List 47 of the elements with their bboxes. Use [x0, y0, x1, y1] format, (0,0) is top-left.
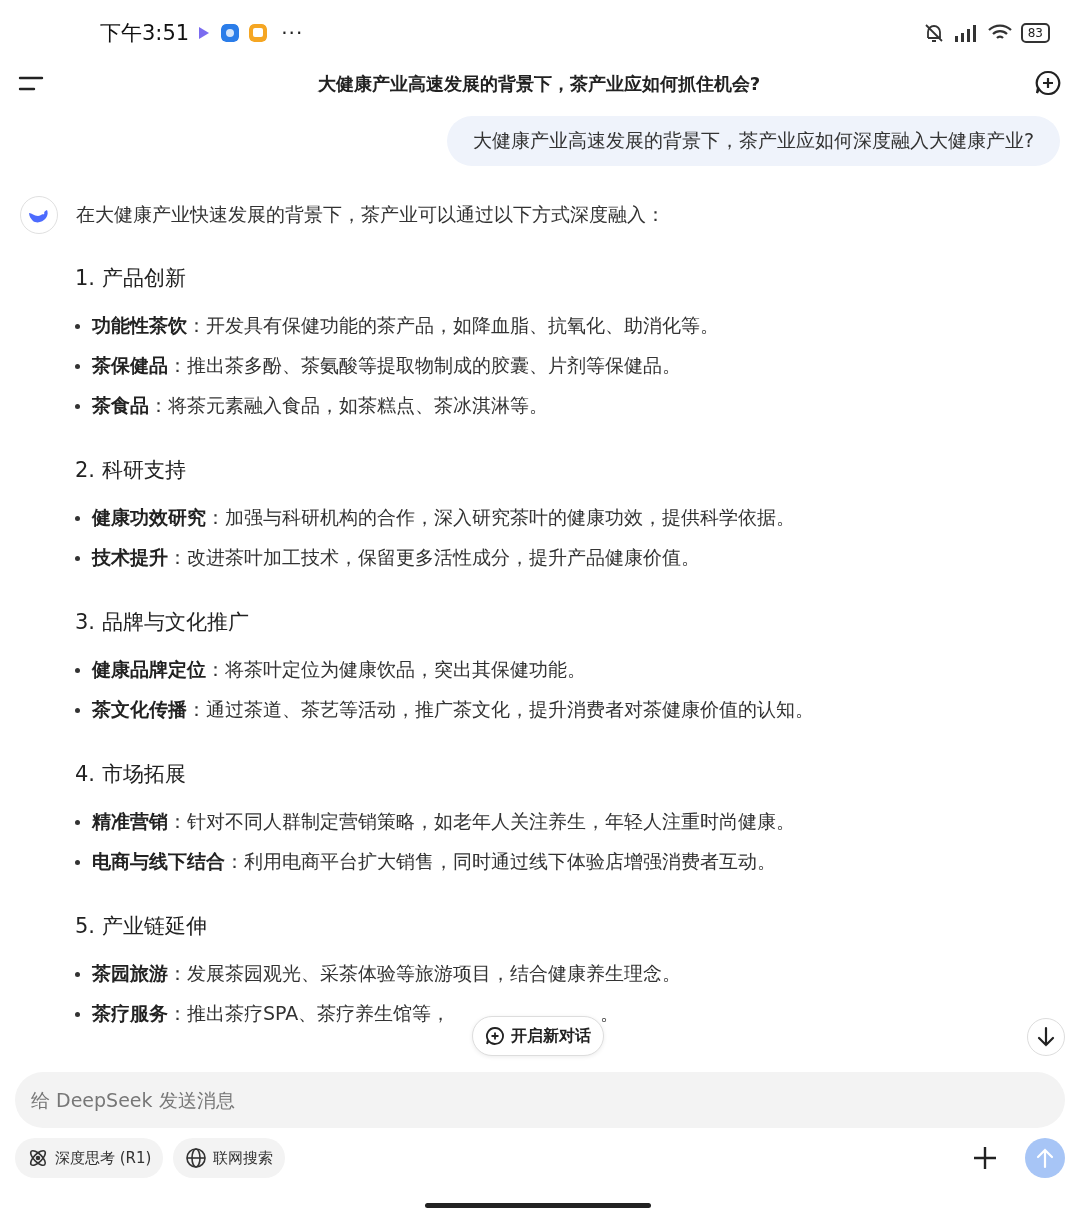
bullet-icon: [75, 323, 80, 329]
list-item-text: 茶食品：将茶元素融入食品，如茶糕点、茶冰淇淋等。: [92, 393, 548, 418]
list-item-text: 茶疗服务：推出茶疗SPA、茶疗养生馆等，: [92, 1001, 451, 1026]
answer-intro: 在大健康产业快速发展的背景下，茶产业可以通过以下方式深度融入：: [76, 202, 665, 227]
arrow-up-icon: [1035, 1147, 1055, 1169]
bullet-icon: [75, 403, 80, 409]
bullet-icon: [75, 667, 80, 673]
bullet-icon: [75, 707, 80, 713]
section-heading: 4. 市场拓展: [75, 761, 187, 788]
list-item-text: 精准营销：针对不同人群制定营销策略，如老年人关注养生，年轻人注重时尚健康。: [92, 809, 795, 834]
conversation-title: 大健康产业高速发展的背景下，茶产业应如何抓住机会?: [316, 72, 762, 96]
list-item-text: 技术提升：改进茶叶加工技术，保留更多活性成分，提升产品健康价值。: [92, 545, 700, 570]
app-icon: [221, 24, 240, 42]
chat-app-icon: [249, 24, 268, 42]
status-time: 下午3:51: [100, 20, 190, 47]
list-item-text: 功能性茶饮：开发具有保健功能的茶产品，如降血脂、抗氧化、助消化等。: [92, 313, 719, 338]
arrow-down-icon: [1036, 1026, 1056, 1048]
bullet-icon: [75, 819, 80, 825]
list-item-text: 健康品牌定位：将茶叶定位为健康饮品，突出其保健功能。: [92, 657, 586, 682]
bullet-icon: [75, 971, 80, 977]
list-item-text: 电商与线下结合：利用电商平台扩大销售，同时通过线下体验店增强消费者互动。: [92, 849, 776, 874]
battery-indicator: 83: [1020, 23, 1050, 43]
mode-toggle[interactable]: 联网搜索: [173, 1138, 286, 1178]
list-item-text: 健康功效研究：加强与科研机构的合作，深入研究茶叶的健康功效，提供科学依据。: [92, 505, 795, 530]
chat-plus-icon: [485, 1026, 505, 1046]
muted-bell-icon: [922, 22, 945, 44]
section-heading: 2. 科研支持: [75, 457, 187, 484]
signal-icon: [952, 23, 979, 43]
mode-toggle[interactable]: 深度思考 (R1): [15, 1138, 164, 1178]
scroll-down-button[interactable]: [1027, 1018, 1065, 1056]
user-message: 大健康产业高速发展的背景下，茶产业应如何深度融入大健康产业?: [446, 116, 1060, 166]
plus-icon[interactable]: [971, 1144, 999, 1172]
bullet-icon: [75, 555, 80, 561]
list-item-text: 茶保健品：推出茶多酚、茶氨酸等提取物制成的胶囊、片剂等保健品。: [92, 353, 681, 378]
message-input[interactable]: 给 DeepSeek 发送消息: [15, 1072, 1065, 1128]
atom-icon: [27, 1147, 49, 1169]
bullet-icon: [75, 515, 80, 521]
bullet-icon: [75, 859, 80, 865]
list-item-text: 茶园旅游：发展茶园观光、采茶体验等旅游项目，结合健康养生理念。: [92, 961, 681, 986]
section-heading: 3. 品牌与文化推广: [75, 609, 250, 636]
section-heading: 1. 产品创新: [75, 265, 187, 292]
list-item-text: 茶文化传播：通过茶道、茶艺等活动，推广茶文化，提升消费者对茶健康价值的认知。: [92, 697, 814, 722]
globe-icon: [185, 1147, 208, 1169]
section-heading: 5. 产业链延伸: [75, 913, 208, 940]
bullet-icon: [75, 1011, 80, 1017]
more-notifications: ···: [281, 21, 304, 45]
bullet-icon: [75, 363, 80, 369]
